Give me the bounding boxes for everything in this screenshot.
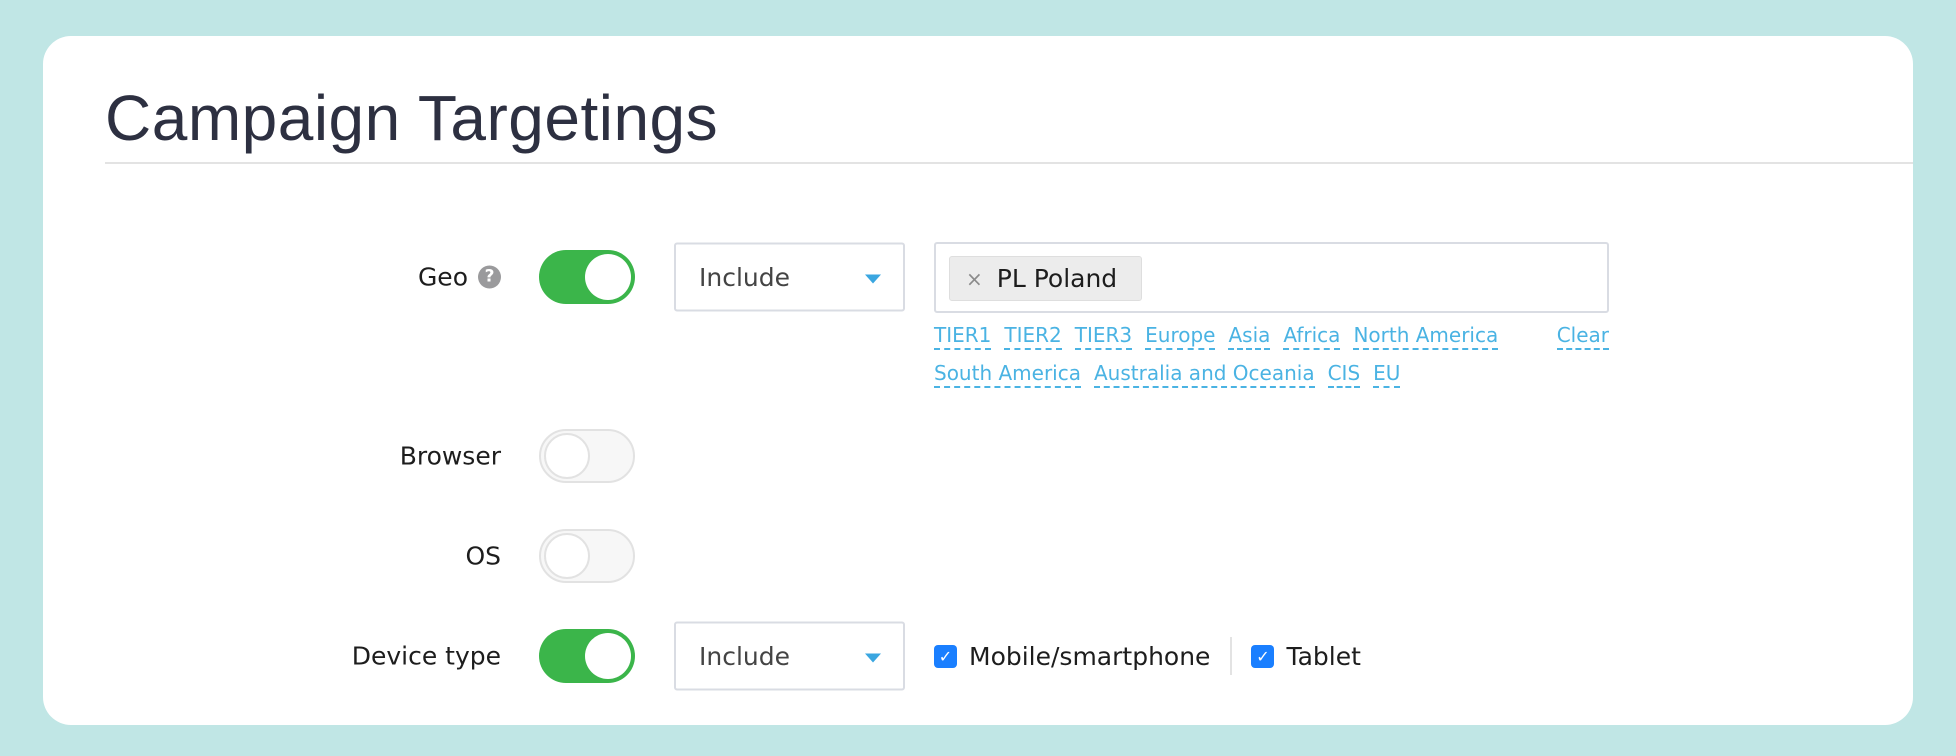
toggle-knob: [585, 254, 631, 300]
remove-tag-icon[interactable]: ×: [966, 267, 983, 291]
checkbox-checked-icon: ✓: [1251, 644, 1275, 668]
clear-link[interactable]: Clear: [1556, 323, 1609, 350]
checkbox-tablet[interactable]: ✓ Tablet: [1251, 641, 1361, 671]
checkbox-checked-icon: ✓: [934, 644, 957, 668]
toggle-knob: [585, 633, 631, 679]
country-tag: × PL Poland: [949, 256, 1143, 301]
geo-label-text: Geo: [417, 262, 468, 292]
quick-link-south-america[interactable]: South America: [934, 361, 1081, 388]
os-label: OS: [465, 541, 501, 571]
title-divider: [105, 162, 1913, 164]
checkbox-mobile-smartphone[interactable]: ✓ Mobile/smartphone: [934, 642, 1210, 671]
checkbox-label: Mobile/smartphone: [969, 641, 1211, 671]
toggle-knob: [544, 533, 590, 579]
quick-link-tier3[interactable]: TIER3: [1074, 323, 1133, 350]
quick-link-cis[interactable]: CIS: [1327, 361, 1361, 388]
browser-label: Browser: [399, 441, 501, 471]
checkbox-label: Tablet: [1286, 641, 1361, 671]
quick-links-row-2: South America Australia and Oceania CIS EU: [934, 361, 1413, 388]
geo-toggle[interactable]: [539, 250, 635, 304]
geo-label: Geo ?: [418, 263, 501, 292]
help-icon[interactable]: ?: [478, 265, 501, 289]
quick-link-tier1[interactable]: TIER1: [934, 323, 992, 350]
geo-mode-value: Include: [699, 262, 791, 292]
quick-link-europe[interactable]: Europe: [1145, 323, 1216, 350]
option-separator: [1230, 637, 1233, 675]
quick-link-north-america[interactable]: North America: [1353, 323, 1499, 350]
quick-link-australia-oceania[interactable]: Australia and Oceania: [1093, 361, 1315, 388]
os-row: OS: [43, 521, 1913, 591]
device-type-mode-select[interactable]: Include: [674, 621, 905, 691]
toggle-knob: [544, 433, 590, 479]
device-type-mode-value: Include: [699, 641, 791, 671]
device-type-row: Device type Include ✓ Mobile/smartphone …: [43, 621, 1913, 691]
geo-mode-select[interactable]: Include: [674, 242, 905, 312]
geo-quick-links: TIER1 TIER2 TIER3 Europe Asia Africa North Ame…: [934, 323, 1609, 403]
quick-link-eu[interactable]: EU: [1373, 361, 1401, 388]
os-toggle[interactable]: [539, 529, 635, 583]
geo-countries-input[interactable]: × PL Poland: [934, 242, 1609, 313]
browser-toggle[interactable]: [539, 429, 635, 483]
quick-link-tier2[interactable]: TIER2: [1004, 323, 1062, 350]
page-title: Campaign Targetings: [105, 82, 719, 154]
quick-link-asia[interactable]: Asia: [1228, 323, 1271, 350]
device-type-toggle[interactable]: [539, 629, 635, 683]
browser-row: Browser: [43, 421, 1913, 491]
country-tag-label: PL Poland: [996, 264, 1118, 293]
campaign-targetings-card: Campaign Targetings Geo ? Include × PL P…: [43, 36, 1913, 725]
device-type-options: ✓ Mobile/smartphone ✓ Tablet: [934, 637, 1361, 675]
device-type-label: Device type: [351, 641, 501, 671]
quick-link-africa[interactable]: Africa: [1283, 323, 1341, 350]
chevron-down-icon: [865, 653, 881, 662]
chevron-down-icon: [865, 274, 881, 283]
quick-links-row-1: TIER1 TIER2 TIER3 Europe Asia Africa North Ame…: [934, 323, 1511, 350]
